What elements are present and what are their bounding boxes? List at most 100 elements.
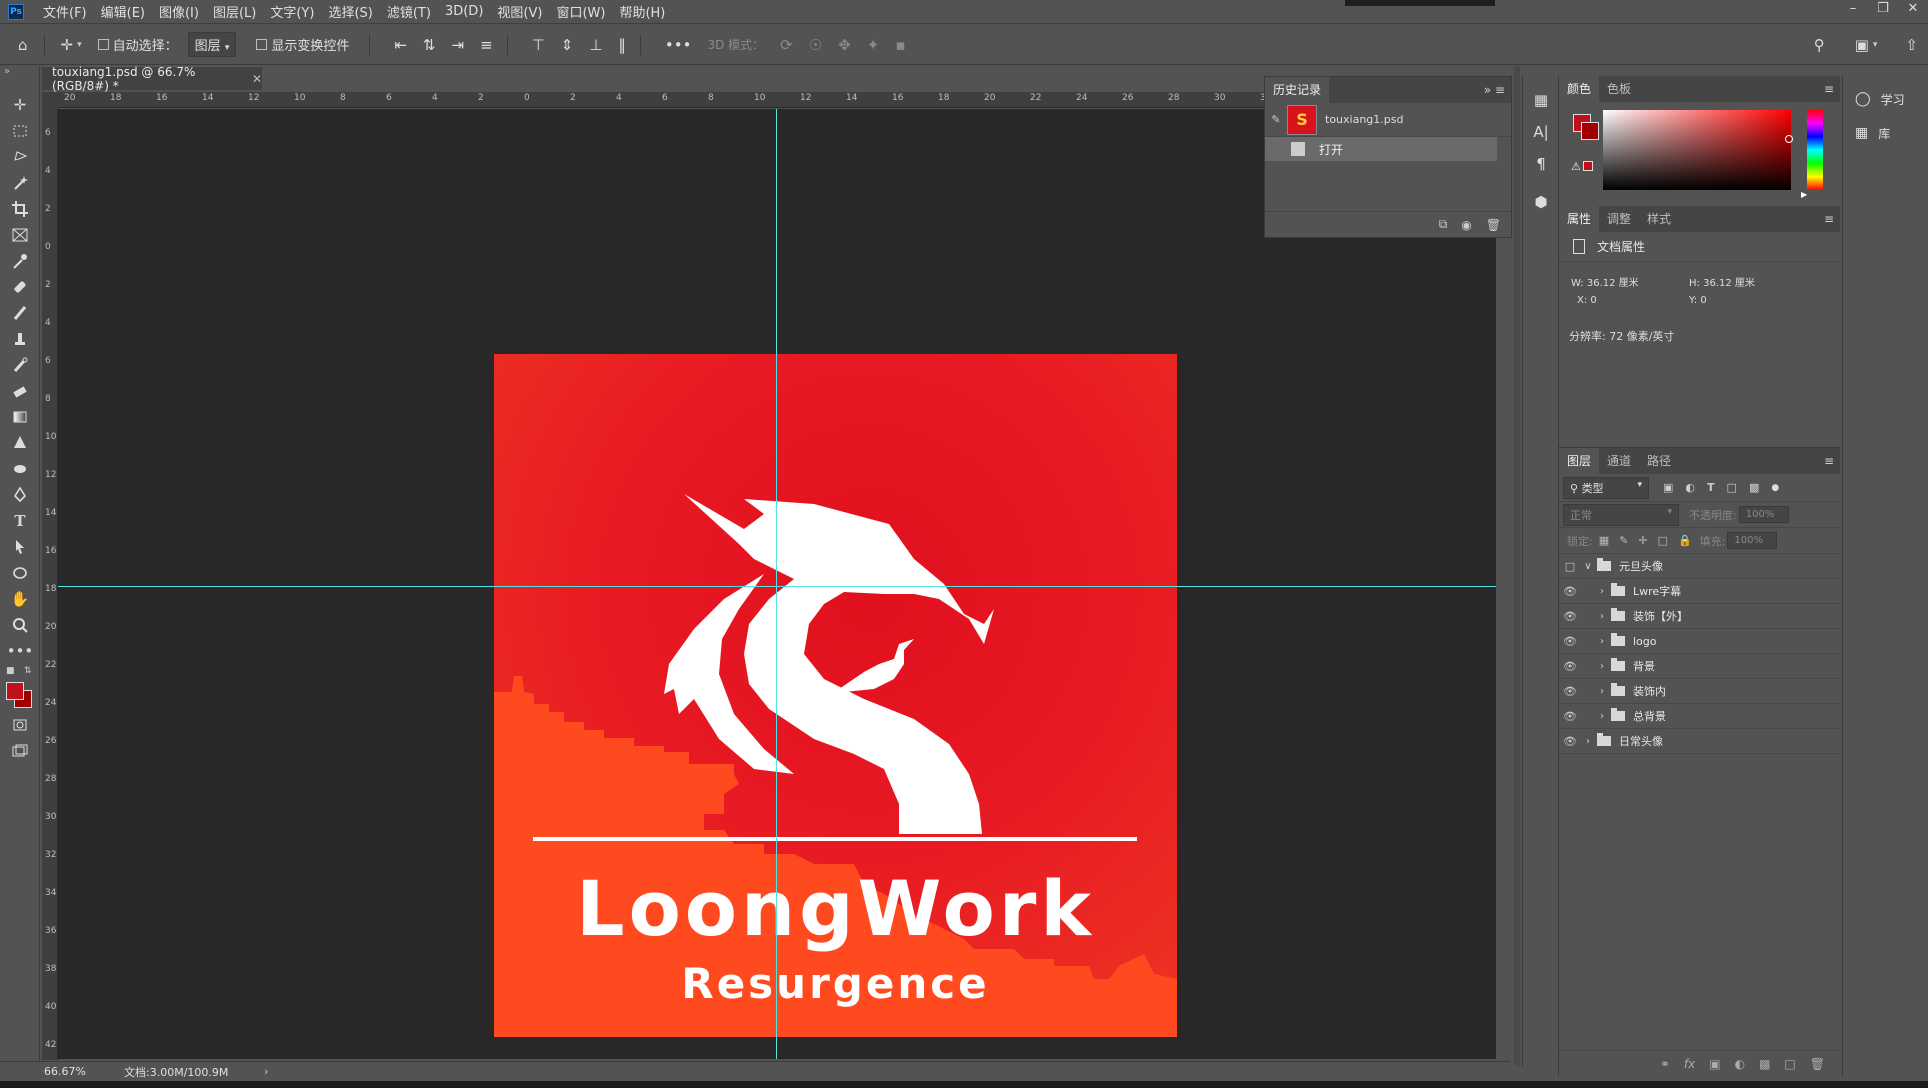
3d-slide-icon[interactable]: ✦ xyxy=(867,36,880,54)
menu-file[interactable]: 文件(F) xyxy=(36,2,94,21)
panel-menu-icon[interactable]: ≡ xyxy=(1824,82,1834,96)
menu-help[interactable]: 帮助(H) xyxy=(612,2,672,21)
y-value[interactable]: 0 xyxy=(1700,295,1706,306)
filter-smart-object-icon[interactable]: ▩ xyxy=(1749,481,1759,494)
more-tools-icon[interactable]: ••• xyxy=(0,638,40,664)
marquee-tool-icon[interactable] xyxy=(0,118,40,144)
align-left-icon[interactable]: ⇤ xyxy=(394,36,407,54)
share-icon[interactable]: ⇧ xyxy=(1905,36,1918,54)
link-layers-icon[interactable]: ⚭ xyxy=(1660,1057,1670,1071)
color-picker-handle[interactable] xyxy=(1785,135,1793,143)
filter-pixel-icon[interactable]: ▣ xyxy=(1663,481,1673,494)
width-value[interactable]: 36.12 厘米 xyxy=(1587,278,1639,289)
3d-panel-icon[interactable]: ⬢ xyxy=(1523,188,1559,216)
tab-properties[interactable]: 属性 xyxy=(1559,206,1600,232)
search-icon[interactable]: ⚲ xyxy=(1814,36,1825,54)
height-value[interactable]: 36.12 厘米 xyxy=(1703,278,1755,289)
tab-color[interactable]: 颜色 xyxy=(1559,76,1600,102)
menu-filter[interactable]: 滤镜(T) xyxy=(380,2,438,21)
auto-select-checkbox[interactable] xyxy=(97,38,113,52)
eye-icon[interactable]: 👁 xyxy=(1559,735,1581,748)
status-chevron-icon[interactable]: › xyxy=(264,1065,268,1078)
layer-group-row[interactable]: 👁 › 总背景 xyxy=(1559,704,1840,729)
fill-field[interactable]: 100% xyxy=(1727,532,1778,549)
screen-mode-icon[interactable] xyxy=(0,738,40,764)
horizontal-guide[interactable] xyxy=(58,586,1496,587)
adjustment-layer-icon[interactable]: ◐ xyxy=(1735,1057,1745,1071)
close-tab-icon[interactable]: ✕ xyxy=(252,72,262,86)
tab-channels[interactable]: 通道 xyxy=(1599,448,1639,474)
menu-view[interactable]: 视图(V) xyxy=(490,2,549,21)
eye-icon[interactable]: 👁 xyxy=(1559,685,1581,698)
snapshot-camera-icon[interactable]: ◉ xyxy=(1461,218,1471,232)
paragraph-panel-icon[interactable]: ¶ xyxy=(1523,150,1559,178)
layer-group-row[interactable]: □ ∨ 元旦头像 xyxy=(1559,554,1840,579)
distribute-vertical-icon[interactable]: ‖ xyxy=(618,36,626,54)
lasso-tool-icon[interactable] xyxy=(0,144,40,170)
gradient-tool-icon[interactable] xyxy=(0,404,40,430)
panel-menu-icon[interactable]: » ≡ xyxy=(1484,83,1505,97)
libraries-button[interactable]: ▦ 库 xyxy=(1843,116,1928,150)
chevron-down-icon[interactable]: ∨ xyxy=(1583,561,1593,572)
canvas-area[interactable]: LoongWork Resurgence xyxy=(58,109,1496,1059)
panel-menu-icon[interactable]: ≡ xyxy=(1824,454,1834,468)
hand-tool-icon[interactable]: ✋ xyxy=(0,586,40,612)
x-value[interactable]: 0 xyxy=(1590,295,1596,306)
chevron-right-icon[interactable]: › xyxy=(1583,736,1593,747)
history-panel-icon[interactable]: ▦ xyxy=(1523,86,1559,114)
chevron-down-icon[interactable]: ▾ xyxy=(1873,40,1878,50)
zoom-level[interactable]: 66.67% xyxy=(44,1065,124,1078)
auto-select-dropdown[interactable]: 图层 ▾ xyxy=(187,32,237,57)
tab-styles[interactable]: 样式 xyxy=(1639,206,1679,232)
background-color-swatch[interactable] xyxy=(1581,122,1599,140)
clone-stamp-tool-icon[interactable] xyxy=(0,326,40,352)
color-picker-field[interactable] xyxy=(1603,110,1793,190)
3d-pan-icon[interactable]: ✥ xyxy=(838,36,851,54)
restore-icon[interactable]: ❐ xyxy=(1868,0,1898,24)
healing-brush-tool-icon[interactable] xyxy=(0,274,40,300)
align-right-icon[interactable]: ⇥ xyxy=(452,36,465,54)
history-brush-tool-icon[interactable] xyxy=(0,352,40,378)
tab-paths[interactable]: 路径 xyxy=(1639,448,1679,474)
eye-icon[interactable]: 👁 xyxy=(1559,610,1581,623)
collapse-toolbar-icon[interactable]: » xyxy=(0,66,39,92)
swap-colors-icon[interactable]: ⇅ xyxy=(24,666,32,676)
panel-divider[interactable] xyxy=(1514,66,1520,1066)
minimize-icon[interactable]: – xyxy=(1838,0,1868,24)
layer-group-row[interactable]: 👁 › 装饰内 xyxy=(1559,679,1840,704)
lock-position-icon[interactable]: ✛ xyxy=(1638,534,1647,547)
blur-tool-icon[interactable] xyxy=(0,430,40,456)
hue-slider[interactable] xyxy=(1807,110,1823,190)
zoom-tool-icon[interactable] xyxy=(0,612,40,638)
opacity-field[interactable]: 100% xyxy=(1738,506,1789,523)
document-tab[interactable]: touxiang1.psd @ 66.7%(RGB/8#) * ✕ xyxy=(42,65,262,93)
eyedropper-tool-icon[interactable] xyxy=(0,248,40,274)
chevron-down-icon[interactable]: ▾ xyxy=(77,40,82,50)
quick-mask-icon[interactable] xyxy=(0,712,40,738)
pen-tool-icon[interactable] xyxy=(0,482,40,508)
dodge-tool-icon[interactable] xyxy=(0,456,40,482)
chevron-right-icon[interactable]: › xyxy=(1597,686,1607,697)
menu-image[interactable]: 图像(I) xyxy=(152,2,206,21)
workspace-icon[interactable]: ▣ xyxy=(1855,36,1869,54)
foreground-color-swatch[interactable] xyxy=(6,682,24,700)
distribute-icon[interactable]: ≡ xyxy=(480,36,493,54)
trash-icon[interactable]: 🗑 xyxy=(1486,218,1501,232)
history-brush-source-icon[interactable]: ✎ xyxy=(1265,113,1287,126)
filter-toggle-icon[interactable]: ● xyxy=(1771,483,1779,493)
filter-adjustment-icon[interactable]: ◐ xyxy=(1685,481,1695,494)
eye-icon[interactable]: 👁 xyxy=(1559,660,1581,673)
menu-select[interactable]: 选择(S) xyxy=(321,2,379,21)
fx-icon[interactable]: fx xyxy=(1684,1057,1695,1071)
add-mask-icon[interactable]: ▣ xyxy=(1709,1057,1720,1071)
new-group-icon[interactable]: ▩ xyxy=(1759,1057,1770,1071)
ruler-origin[interactable] xyxy=(42,92,58,108)
brush-tool-icon[interactable] xyxy=(0,300,40,326)
hue-slider-handle-icon[interactable]: ▶ xyxy=(1801,190,1807,199)
chevron-right-icon[interactable]: › xyxy=(1597,586,1607,597)
3d-rotate-icon[interactable]: ⟳ xyxy=(780,36,793,54)
close-icon[interactable]: ✕ xyxy=(1898,0,1928,24)
more-options-icon[interactable]: ••• xyxy=(665,36,692,54)
lock-artboard-icon[interactable]: □ xyxy=(1658,534,1668,547)
ellipse-tool-icon[interactable] xyxy=(0,560,40,586)
